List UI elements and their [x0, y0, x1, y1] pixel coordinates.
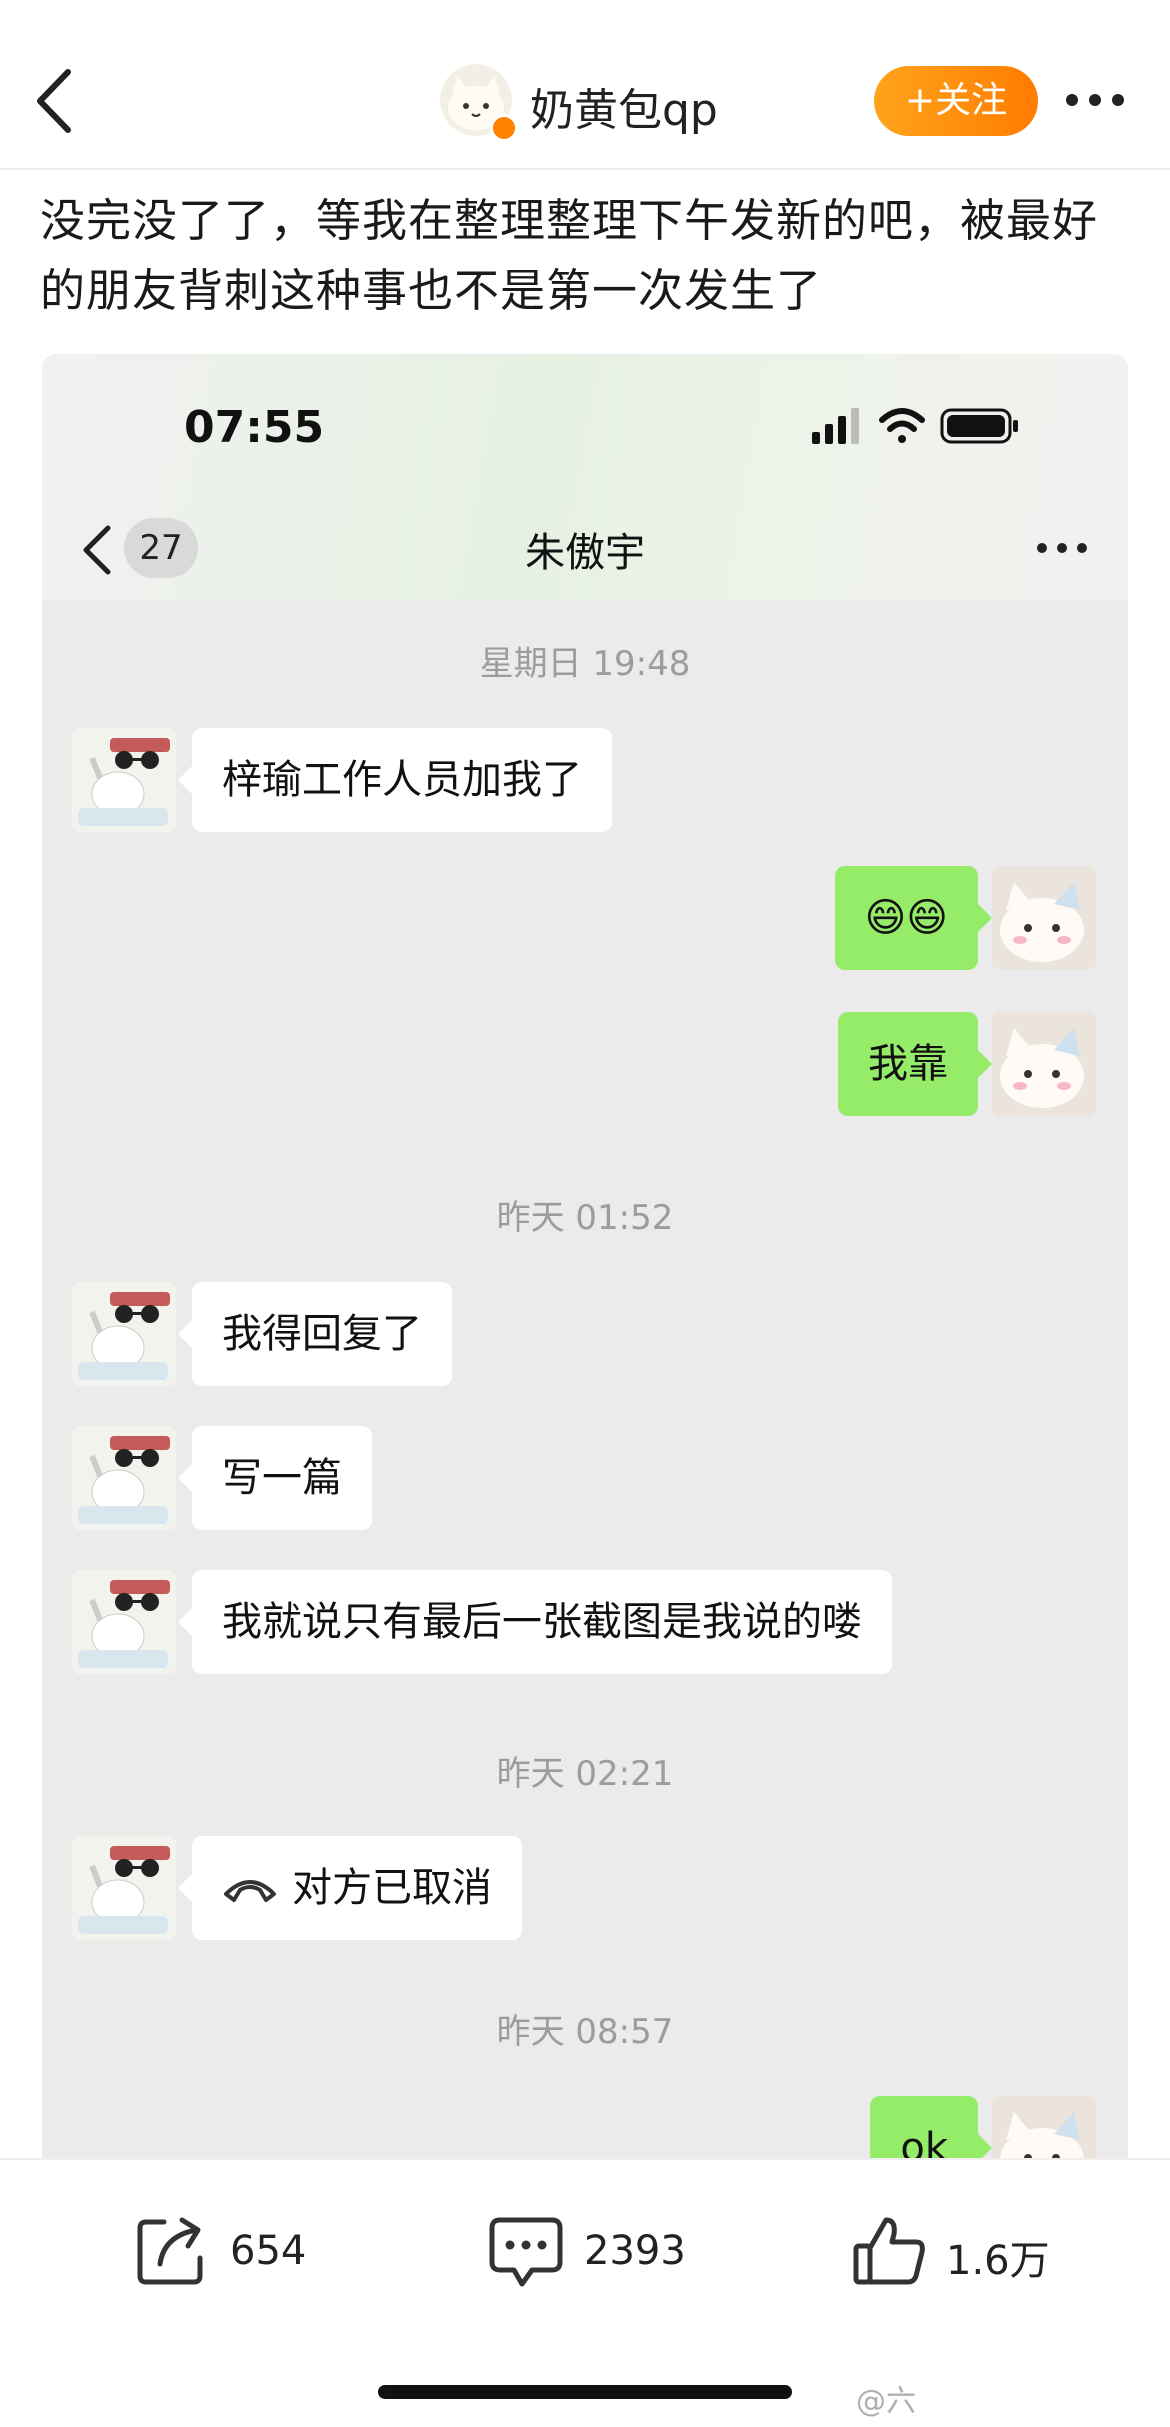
top-bar: 奶黄包qp +关注: [0, 0, 1170, 170]
cat-plush-avatar-icon: [1000, 2112, 1084, 2160]
comment-icon: [489, 2217, 563, 2287]
chat-header: 07:55 27 朱傲宇: [42, 354, 1128, 600]
chat-timestamp: 星期日 19:48: [479, 644, 691, 684]
verified-badge-icon: [490, 114, 518, 142]
friend-avatar: [72, 1282, 176, 1386]
repost-icon: [137, 2217, 203, 2285]
back-arrow-icon[interactable]: [30, 66, 80, 136]
call-cancel-icon: [224, 1880, 276, 1902]
friend-avatar: [72, 1426, 176, 1530]
more-dots-icon[interactable]: [1060, 80, 1130, 120]
rabbit-sunglasses-avatar-icon: [78, 1292, 170, 1380]
comment-button[interactable]: 2393: [486, 2212, 726, 2296]
rabbit-sunglasses-avatar-icon: [78, 738, 170, 826]
author-name[interactable]: 奶黄包qp: [530, 74, 718, 138]
status-icons: [812, 408, 1018, 444]
chat-timestamp: 昨天 08:57: [496, 2012, 674, 2052]
chat-timestamp: 昨天 01:52: [496, 1198, 674, 1238]
battery-icon: [940, 408, 1018, 444]
wifi-icon: [879, 408, 925, 443]
self-avatar: [992, 1012, 1096, 1116]
cat-plush-avatar-icon: [1000, 1028, 1084, 1108]
like-count: 1.6万: [946, 2238, 1050, 2284]
status-time: 07:55: [184, 402, 325, 453]
chat-more-dots-icon: [1037, 543, 1087, 553]
rabbit-sunglasses-avatar-icon: [78, 1846, 170, 1934]
cat-plush-avatar-icon: [1000, 882, 1084, 962]
contact-name: 朱傲宇: [525, 530, 645, 576]
cellular-signal-icon: [812, 408, 859, 444]
chat-screenshot-image[interactable]: 07:55 27 朱傲宇 星期日 19:48 昨天 01:52 昨天 02:21…: [42, 354, 1128, 2160]
comment-count: 2393: [584, 2228, 686, 2274]
call-cancelled-bubble: 对方已取消: [178, 1836, 522, 1940]
message-bubble-received: 我就说只有最后一张截图是我说的喽: [178, 1570, 892, 1674]
repost-button[interactable]: 654: [134, 2212, 334, 2296]
friend-avatar: [72, 728, 176, 832]
follow-button[interactable]: +关注: [874, 66, 1038, 136]
message-bubble-sent: 😄😄: [834, 866, 993, 970]
thumbs-up-icon: [853, 2217, 925, 2285]
repost-count: 654: [230, 2228, 307, 2274]
message-bubble-received: 我得回复了: [178, 1282, 452, 1386]
friend-avatar: [72, 1570, 176, 1674]
message-bubble-sent: ok: [870, 2096, 992, 2160]
home-indicator[interactable]: [378, 2385, 792, 2399]
weibo-watermark: @六: [856, 2384, 916, 2419]
like-button[interactable]: 1.6万: [850, 2212, 1070, 2296]
post-text: 没完没了了，等我在整理整理下午发新的吧，被最好的朋友背刺这种事也不是第一次发生了: [40, 194, 1099, 317]
message-bubble-received: 写一篇: [178, 1426, 372, 1530]
self-avatar: [992, 866, 1096, 970]
rabbit-sunglasses-avatar-icon: [78, 1436, 170, 1524]
chat-timestamp: 昨天 02:21: [496, 1754, 674, 1794]
friend-avatar: [72, 1836, 176, 1940]
self-avatar: [992, 2096, 1096, 2160]
message-bubble-sent: 我靠: [838, 1012, 992, 1116]
rabbit-sunglasses-avatar-icon: [78, 1580, 170, 1668]
message-bubble-received: 梓瑜工作人员加我了: [178, 728, 612, 832]
call-cancelled-label: 对方已取消: [292, 1865, 492, 1911]
